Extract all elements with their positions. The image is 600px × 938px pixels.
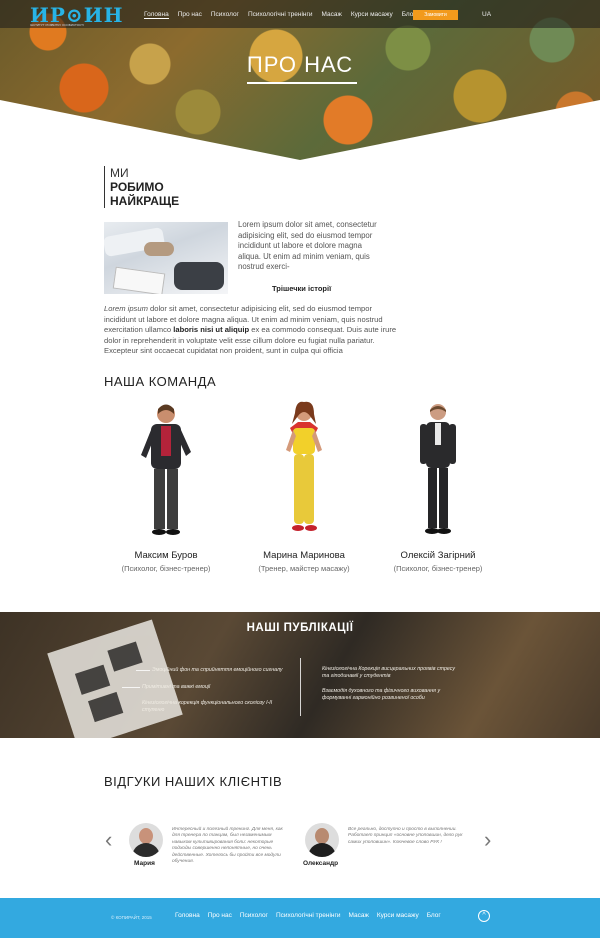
- book-image: [47, 619, 183, 738]
- avatar: [129, 823, 163, 857]
- intro-paragraph: Lorem ipsum dolor sit amet, consectetur …: [238, 220, 377, 271]
- publications-section: НАШІ ПУБЛІКАЦІЇ Эмоційний фон та сприйня…: [0, 612, 600, 738]
- team-member-photo: [420, 404, 456, 534]
- avatar: [305, 823, 339, 857]
- publications-divider: [300, 658, 301, 716]
- team-member-card[interactable]: Марина Маринова (Тренер, майстер масажу): [239, 400, 369, 573]
- footer-nav-trainings[interactable]: Психологічні тренінги: [276, 912, 341, 919]
- nav-item-home[interactable]: Головна: [144, 11, 169, 19]
- hero-section: ИР⊙ИН ІНСТИТУТ РОЗВИТКУ ОСОБИСТОСТІ Голо…: [0, 0, 600, 160]
- about-paragraph: Lorem ipsum dolor sit amet, consectetur …: [104, 304, 400, 357]
- pub-connector: [136, 670, 150, 671]
- pub-connector: [122, 687, 140, 688]
- order-button[interactable]: Замовити: [413, 10, 458, 20]
- nav-item-psychologist[interactable]: Психолог: [211, 11, 239, 19]
- reviewer-name: Олександр: [303, 860, 339, 867]
- title-underline: [247, 82, 357, 84]
- footer-nav-psychologist[interactable]: Психолог: [240, 912, 268, 919]
- business-meeting-photo: [104, 222, 228, 294]
- member-name: Олексій Загірний: [400, 550, 476, 561]
- publication-link[interactable]: Примітивні та важкі емоції: [142, 684, 210, 690]
- footer: © КОПИРАЙТ, 2015 Головна Про нас Психоло…: [0, 898, 600, 938]
- history-link[interactable]: Трішечки історії: [272, 284, 331, 293]
- team-member-card[interactable]: Олексій Загірний (Психолог, бізнес-трене…: [373, 400, 503, 573]
- we-line-1: МИ: [110, 166, 129, 180]
- nav-item-massage[interactable]: Масаж: [322, 11, 342, 19]
- team-member-photo: [286, 401, 322, 531]
- publication-link[interactable]: Эмоційний фон та сприйняття емоційного с…: [152, 667, 283, 673]
- we-line-2: РОБИМО: [110, 180, 164, 194]
- main-nav: Головна Про нас Психолог Психологічні тр…: [144, 11, 416, 19]
- publications-heading: НАШІ ПУБЛІКАЦІЇ: [246, 622, 354, 634]
- publication-link[interactable]: Кінезіологічна Корекція висцеральних про…: [322, 666, 462, 680]
- body-emphasis: Lorem ipsum: [104, 304, 148, 313]
- member-role: (Тренер, майстер масажу): [258, 564, 350, 573]
- reviewer-name: Мария: [134, 860, 155, 867]
- footer-nav: Головна Про нас Психолог Психологічні тр…: [175, 912, 441, 919]
- we-line-3: НАЙКРАЩЕ: [110, 194, 180, 208]
- review-text: Интересный и полезный тренинг. Для меня,…: [172, 827, 283, 865]
- language-switch[interactable]: UA: [482, 11, 491, 18]
- footer-nav-blog[interactable]: Блог: [427, 912, 441, 919]
- footer-nav-home[interactable]: Головна: [175, 912, 200, 919]
- member-name: Максим Буров: [134, 550, 198, 561]
- we-do-best-heading: МИ РОБИМО НАЙКРАЩЕ: [104, 166, 179, 208]
- review-text: Все реально, доступно и просто в выполне…: [348, 827, 463, 845]
- footer-nav-massage[interactable]: Масаж: [349, 912, 369, 919]
- nav-item-about[interactable]: Про нас: [178, 11, 202, 19]
- nav-item-massage-courses[interactable]: Курси масажу: [351, 11, 393, 19]
- member-role: (Психолог, бізнес-тренер): [121, 564, 211, 573]
- nav-item-trainings[interactable]: Психологічні тренінги: [248, 11, 313, 19]
- scroll-to-top-icon[interactable]: ^: [478, 910, 490, 922]
- top-navbar: ИР⊙ИН ІНСТИТУТ РОЗВИТКУ ОСОБИСТОСТІ Голо…: [0, 0, 600, 28]
- publication-link[interactable]: Кінезіологічна корекція функціонального …: [142, 700, 292, 714]
- next-arrow-icon[interactable]: ›: [484, 829, 491, 851]
- member-name: Марина Маринова: [263, 550, 345, 561]
- footer-nav-about[interactable]: Про нас: [208, 912, 232, 919]
- team-heading: НАША КОМАНДА: [104, 374, 217, 389]
- team-member-photo: [141, 404, 191, 535]
- logo-subtitle: ІНСТИТУТ РОЗВИТКУ ОСОБИСТОСТІ: [30, 23, 84, 27]
- footer-nav-massage-courses[interactable]: Курси масажу: [377, 912, 419, 919]
- body-bold: laboris nisi ut aliquip: [173, 325, 250, 334]
- team-member-card[interactable]: Максим Буров (Психолог, бізнес-тренер): [101, 400, 231, 573]
- page-title: ПРО НАС: [246, 52, 354, 77]
- member-role: (Психолог, бізнес-тренер): [393, 564, 483, 573]
- reviews-heading: ВІДГУКИ НАШИХ КЛІЄНТІВ: [104, 774, 283, 789]
- publication-link[interactable]: Взаємодія духовного та фізичного вихован…: [322, 688, 462, 702]
- copyright: © КОПИРАЙТ, 2015: [111, 915, 152, 920]
- prev-arrow-icon[interactable]: ‹: [105, 829, 112, 851]
